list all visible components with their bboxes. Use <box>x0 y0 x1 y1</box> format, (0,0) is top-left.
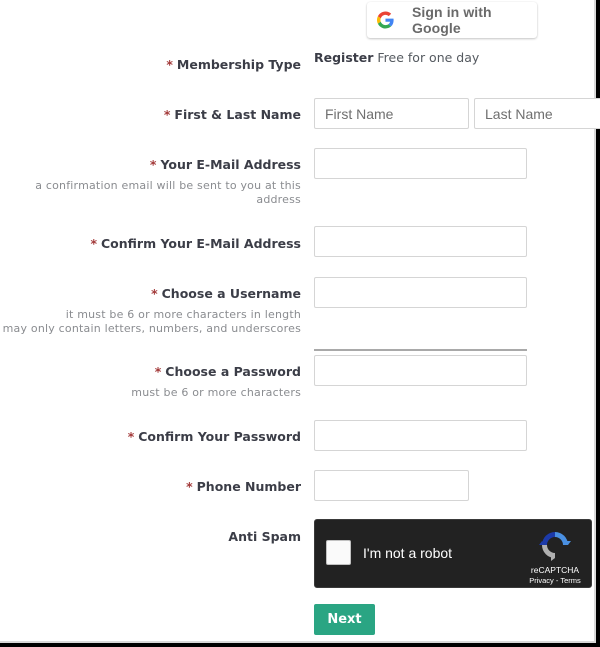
recaptcha-logo-icon <box>539 532 571 561</box>
name-label-text: First & Last Name <box>174 107 301 122</box>
password-label: * Choose a Password <box>155 364 301 379</box>
recaptcha-checkbox[interactable] <box>326 540 351 565</box>
password-hint: must be 6 or more characters <box>131 386 301 399</box>
required-mark: * <box>186 479 193 494</box>
anti-spam-label: Anti Spam <box>228 529 301 544</box>
confirm-password-input[interactable] <box>314 420 527 451</box>
membership-type-value: Register Free for one day <box>314 50 479 65</box>
username-hint-line: it must be 6 or more characters in lengt… <box>65 308 301 321</box>
phone-input[interactable] <box>314 470 469 501</box>
next-button[interactable]: Next <box>314 604 375 635</box>
required-mark: * <box>154 364 162 379</box>
password-label-text: Choose a Password <box>165 364 301 379</box>
recaptcha-privacy-link[interactable]: Privacy <box>529 576 554 585</box>
membership-type-text: Membership Type <box>176 57 301 72</box>
window-border <box>0 643 600 647</box>
confirm-password-label-text: Confirm Your Password <box>138 429 301 444</box>
username-hint: it must be 6 or more characters in lengt… <box>3 308 301 336</box>
username-label-text: Choose a Username <box>161 286 301 301</box>
google-signin-button[interactable]: Sign in with Google <box>367 2 537 38</box>
required-mark: * <box>90 236 97 251</box>
email-hint-line: a confirmation email will be sent to you… <box>35 179 301 192</box>
recaptcha-brand: reCAPTCHA <box>530 565 580 575</box>
email-hint: a confirmation email will be sent to you… <box>35 179 301 207</box>
recaptcha-widget: I'm not a robot reCAPTCHA Privacy - Term… <box>314 519 592 588</box>
email-hint-line: address <box>256 193 301 206</box>
recaptcha-links: Privacy - Terms <box>521 576 589 585</box>
username-hint-line: may only contain letters, numbers, and u… <box>2 322 301 335</box>
confirm-password-label: * Confirm Your Password <box>128 429 301 444</box>
username-label: * Choose a Username <box>151 286 301 301</box>
last-name-input[interactable] <box>474 98 600 129</box>
username-input[interactable] <box>314 277 527 308</box>
email-label-text: Your E-Mail Address <box>160 157 301 172</box>
recaptcha-checkbox-label: I'm not a robot <box>363 545 453 561</box>
required-mark: * <box>163 107 171 122</box>
membership-plan: Register <box>314 50 374 65</box>
google-signin-label: Sign in with Google <box>411 4 492 36</box>
recaptcha-terms-link[interactable]: Terms <box>560 576 580 585</box>
name-label: * First & Last Name <box>164 107 301 122</box>
required-mark: * <box>151 286 158 301</box>
membership-type-label: * Membership Type <box>166 57 301 72</box>
required-mark: * <box>149 157 157 172</box>
first-name-input[interactable] <box>314 98 469 129</box>
confirm-email-label: * Confirm Your E-Mail Address <box>90 236 301 251</box>
confirm-email-input[interactable] <box>314 226 527 257</box>
membership-plan-description: Free for one day <box>377 50 480 65</box>
email-label: * Your E-Mail Address <box>150 157 301 172</box>
phone-label: * Phone Number <box>186 479 301 494</box>
email-input[interactable] <box>314 148 527 179</box>
divider <box>314 349 527 351</box>
phone-label-text: Phone Number <box>196 479 301 494</box>
confirm-email-label-text: Confirm Your E-Mail Address <box>101 236 301 251</box>
required-mark: * <box>127 429 135 444</box>
required-mark: * <box>166 57 173 72</box>
google-g-icon <box>377 11 394 29</box>
password-input[interactable] <box>314 355 527 386</box>
